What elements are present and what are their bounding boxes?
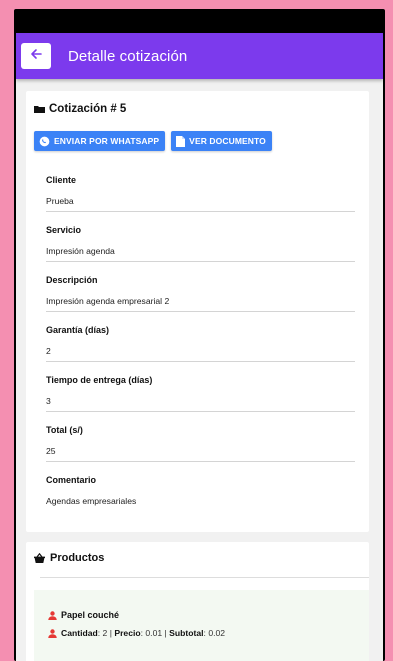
view-document-button[interactable]: VER DOCUMENTO (171, 131, 272, 151)
quote-fields: Cliente Prueba Servicio Impresión agenda… (34, 151, 355, 511)
person-icon (48, 610, 57, 620)
device-frame: Detalle cotización Cotización # 5 ENVIAR… (14, 9, 385, 661)
field-label: Descripción (46, 275, 98, 285)
qty-value: 2 (102, 628, 108, 638)
field-value: Agendas empresariales (46, 496, 137, 506)
subtotal-label: Subtotal (169, 628, 204, 638)
subtotal-value: 0.02 (208, 628, 226, 638)
field-value: Prueba (46, 196, 355, 212)
qty-label: Cantidad (61, 628, 98, 638)
field-comentario: Comentario Agendas empresariales (46, 475, 355, 511)
status-bar (16, 11, 383, 33)
price-value: 0.01 (145, 628, 163, 638)
products-card: Productos Papel couché Cantidad: 2 | Pre… (26, 542, 369, 661)
product-detail-row: Cantidad: 2 | Precio: 0.01 | Subtotal: 0… (48, 628, 369, 638)
field-descripcion: Descripción Impresión agenda empresarial… (46, 275, 355, 312)
field-label: Comentario (46, 475, 97, 485)
field-garantia: Garantía (días) 2 (46, 325, 355, 362)
field-label: Cliente (46, 175, 77, 185)
price-label: Precio (114, 628, 141, 638)
content-area: Cotización # 5 ENVIAR POR WHATSAPP VER D… (16, 79, 383, 661)
view-document-label: VER DOCUMENTO (189, 136, 266, 146)
app-screen: Detalle cotización Cotización # 5 ENVIAR… (16, 11, 383, 661)
field-value: 25 (46, 446, 355, 462)
field-value: 2 (46, 346, 355, 362)
document-icon (176, 135, 186, 147)
quote-card: Cotización # 5 ENVIAR POR WHATSAPP VER D… (26, 91, 369, 532)
folder-icon (34, 105, 45, 113)
basket-icon (34, 553, 45, 563)
field-total: Total (s/) 25 (46, 425, 355, 462)
field-label: Garantía (días) (46, 325, 110, 335)
app-bar: Detalle cotización (16, 33, 383, 79)
field-value: Impresión agenda empresarial 2 (46, 296, 355, 312)
quote-header: Cotización # 5 (34, 103, 355, 115)
action-buttons: ENVIAR POR WHATSAPP VER DOCUMENTO (34, 131, 355, 151)
product-name-row: Papel couché (48, 610, 369, 620)
field-tiempo-entrega: Tiempo de entrega (días) 3 (46, 375, 355, 412)
field-label: Tiempo de entrega (días) (46, 375, 153, 385)
quote-title: Cotización # 5 (49, 103, 127, 115)
back-button[interactable] (21, 43, 51, 69)
field-cliente: Cliente Prueba (46, 175, 355, 212)
field-value: 3 (46, 396, 355, 412)
whatsapp-icon (39, 136, 50, 147)
field-label: Total (s/) (46, 425, 83, 435)
field-label: Servicio (46, 225, 82, 235)
products-header: Productos (34, 552, 369, 564)
products-title: Productos (50, 552, 105, 564)
back-arrow-icon (30, 47, 42, 65)
product-name: Papel couché (61, 610, 120, 620)
send-whatsapp-button[interactable]: ENVIAR POR WHATSAPP (34, 131, 166, 151)
page-title: Detalle cotización (68, 47, 188, 65)
send-whatsapp-label: ENVIAR POR WHATSAPP (54, 136, 160, 146)
product-item: Papel couché Cantidad: 2 | Precio: 0.01 … (34, 590, 369, 661)
person-icon (48, 628, 57, 638)
field-servicio: Servicio Impresión agenda (46, 225, 355, 262)
divider (40, 577, 369, 578)
field-value: Impresión agenda (46, 246, 355, 262)
